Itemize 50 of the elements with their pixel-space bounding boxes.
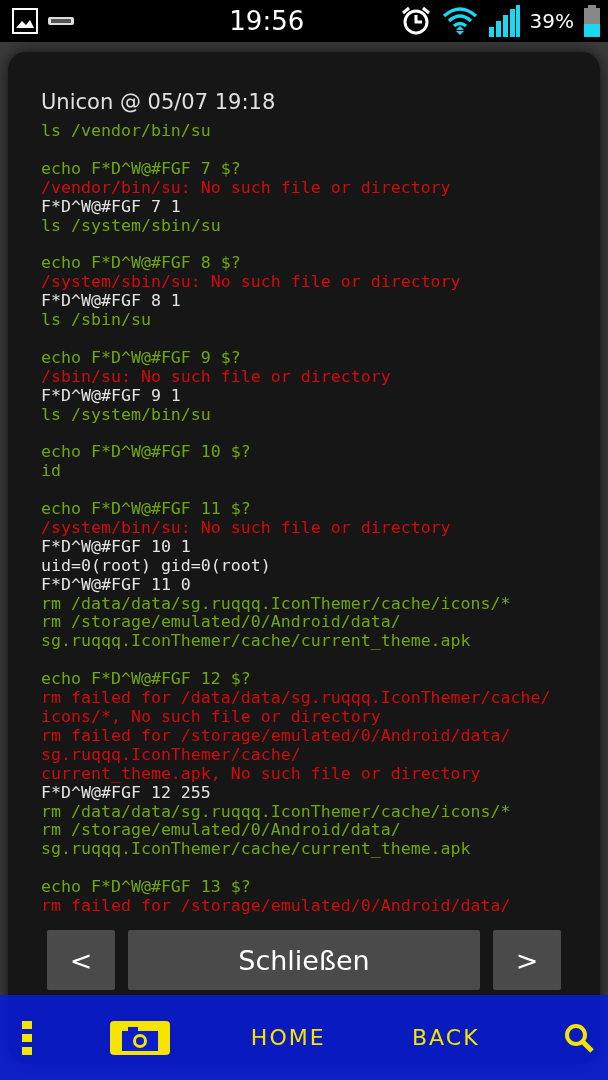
log-line: rm /storage/emulated/0/Android/data/ (41, 613, 401, 633)
log-line: rm failed for /storage/emulated/0/Android/data/ (41, 726, 511, 746)
log-line: sg.ruqqq.IconThemer/cache/ (41, 745, 301, 765)
log-line: rm failed for /data/data/sg.ruqqq.IconThemer/cache/ (41, 689, 551, 708)
log-line: ls /system/sbin/su (41, 216, 221, 236)
log-line: echo F*D^W@#FGF 11 $? (41, 500, 251, 519)
battery-percent: 39% (529, 9, 574, 33)
log-line: uid=0(root) gid=0(root) (41, 556, 271, 576)
signal-icon (487, 5, 520, 37)
log-line: ls /vendor/bin/su (41, 122, 211, 141)
log-line: rm /data/data/sg.ruqqq.IconThemer/cache/icons/* (41, 594, 511, 614)
log-line: F*D^W@#FGF 11 0 (41, 575, 191, 595)
log-line: ls /sbin/su (41, 311, 151, 330)
log-line: sg.ruqqq.IconThemer/cache/current_theme.apk (41, 840, 471, 860)
log-line: echo F*D^W@#FGF 13 $? (41, 878, 251, 898)
wifi-icon (441, 6, 478, 36)
log-line: /system/bin/su: No such file or directory (41, 518, 451, 538)
log-line: echo F*D^W@#FGF 8 $? (41, 254, 241, 274)
log-line: F*D^W@#FGF 8 1 (41, 292, 181, 312)
log-line: ls /system/bin/su (41, 405, 211, 425)
log-line: echo F*D^W@#FGF 10 $? (41, 443, 251, 463)
alarm-clock-icon (399, 5, 432, 37)
log-line: echo F*D^W@#FGF 12 $? (41, 670, 251, 690)
screenshot-button[interactable] (110, 1020, 171, 1055)
log-line: /system/sbin/su: No such file or directory (41, 273, 461, 293)
close-button[interactable]: Schließen (128, 930, 480, 990)
log-line: /vendor/bin/su: No such file or directory (41, 178, 451, 198)
log-line: sg.ruqqq.IconThemer/cache/current_theme.apk (41, 632, 471, 652)
log-line: rm /data/data/sg.ruqqq.IconThemer/cache/icons/* (41, 802, 511, 822)
notification-icon (48, 17, 74, 25)
log-line: F*D^W@#FGF 10 1 (41, 537, 191, 557)
status-time: 19:56 (228, 6, 305, 36)
previous-button[interactable]: < (47, 930, 115, 990)
log-line: echo F*D^W@#FGF 9 $? (41, 348, 241, 368)
log-line: /sbin/su: No such file or directory (41, 367, 391, 387)
back-button[interactable]: BACK (406, 1021, 486, 1054)
battery-icon (584, 5, 600, 37)
log-line: F*D^W@#FGF 7 1 (41, 197, 181, 217)
log-line: current_theme.apk, No such file or directory (41, 764, 481, 784)
home-button[interactable]: HOME (244, 1021, 332, 1054)
log-line: F*D^W@#FGF 9 1 (41, 386, 181, 406)
log-line: icons/*, No such file or directory (41, 708, 381, 727)
image-icon (12, 8, 38, 34)
log-line: id (41, 462, 61, 482)
log-line: F*D^W@#FGF 12 255 (41, 783, 211, 803)
next-button[interactable]: > (493, 930, 561, 990)
log-line: rm failed for /storage/emulated/0/Android/data/ (41, 897, 511, 916)
dialog-title: Unicon @ 05/07 19:18 (40, 89, 276, 116)
log-line: echo F*D^W@#FGF 7 $? (41, 159, 241, 179)
log-line: rm /storage/emulated/0/Android/data/ (41, 821, 401, 841)
